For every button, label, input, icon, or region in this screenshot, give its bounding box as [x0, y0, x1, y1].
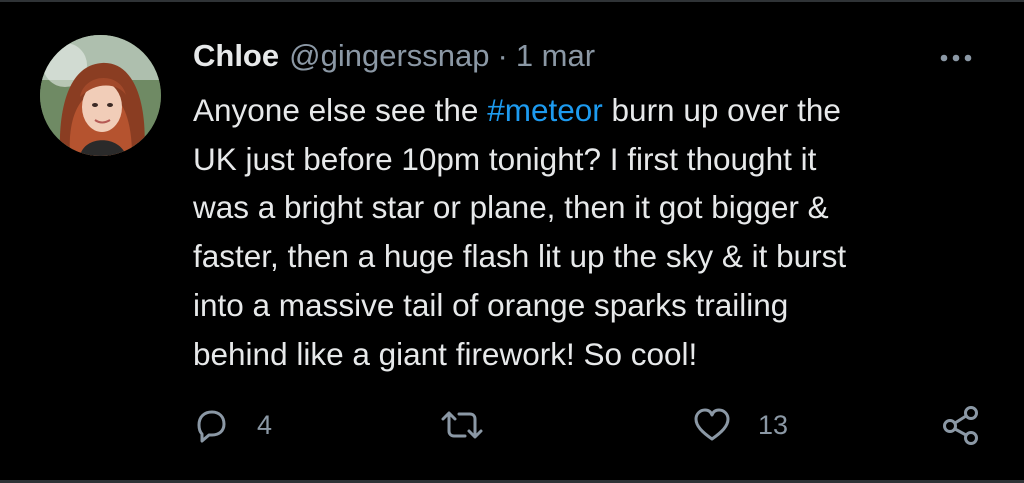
reply-count: 4 [257, 409, 273, 440]
tweet-line: UK just before 10pm tonight? I first tho… [193, 140, 817, 177]
hashtag-link[interactable]: #meteor [487, 92, 603, 128]
heart-icon [694, 408, 730, 441]
reply-icon [197, 410, 226, 443]
retweet-button[interactable] [439, 404, 485, 446]
tweet-line: behind like a giant firework! So cool! [193, 335, 698, 372]
tweet-line: into a massive tail of orange sparks tra… [193, 286, 789, 323]
tweet-header: Chloe @gingerssnap · 1 mar [193, 38, 595, 78]
more-options-button[interactable] [938, 46, 978, 70]
share-button[interactable] [940, 404, 982, 446]
tweet-text-segment: Anyone else see the [193, 92, 488, 128]
like-count: 13 [758, 409, 789, 440]
like-button[interactable]: 13 [692, 404, 788, 446]
tweet-text: Anyone else see the #meteor burn up over… [193, 86, 993, 378]
share-icon [943, 406, 978, 445]
more-options-icon [940, 54, 972, 62]
author-handle[interactable]: @gingerssnap [289, 38, 489, 74]
tweet-text-segment: burn up over the [602, 92, 841, 128]
avatar[interactable] [40, 35, 161, 156]
author-name[interactable]: Chloe [193, 38, 279, 74]
avatar-photo [40, 35, 161, 156]
tweet-line: was a bright star or plane, then it got … [193, 189, 829, 226]
tweet-line: Anyone else see the #meteor burn up over… [193, 86, 993, 135]
reply-button[interactable]: 4 [191, 404, 272, 446]
top-divider [0, 0, 1024, 2]
tweet-timestamp[interactable]: 1 mar [516, 38, 595, 74]
tweet-line: faster, then a huge flash lit up the sky… [193, 238, 847, 275]
header-separator: · [497, 38, 508, 73]
retweet-icon [441, 411, 483, 439]
